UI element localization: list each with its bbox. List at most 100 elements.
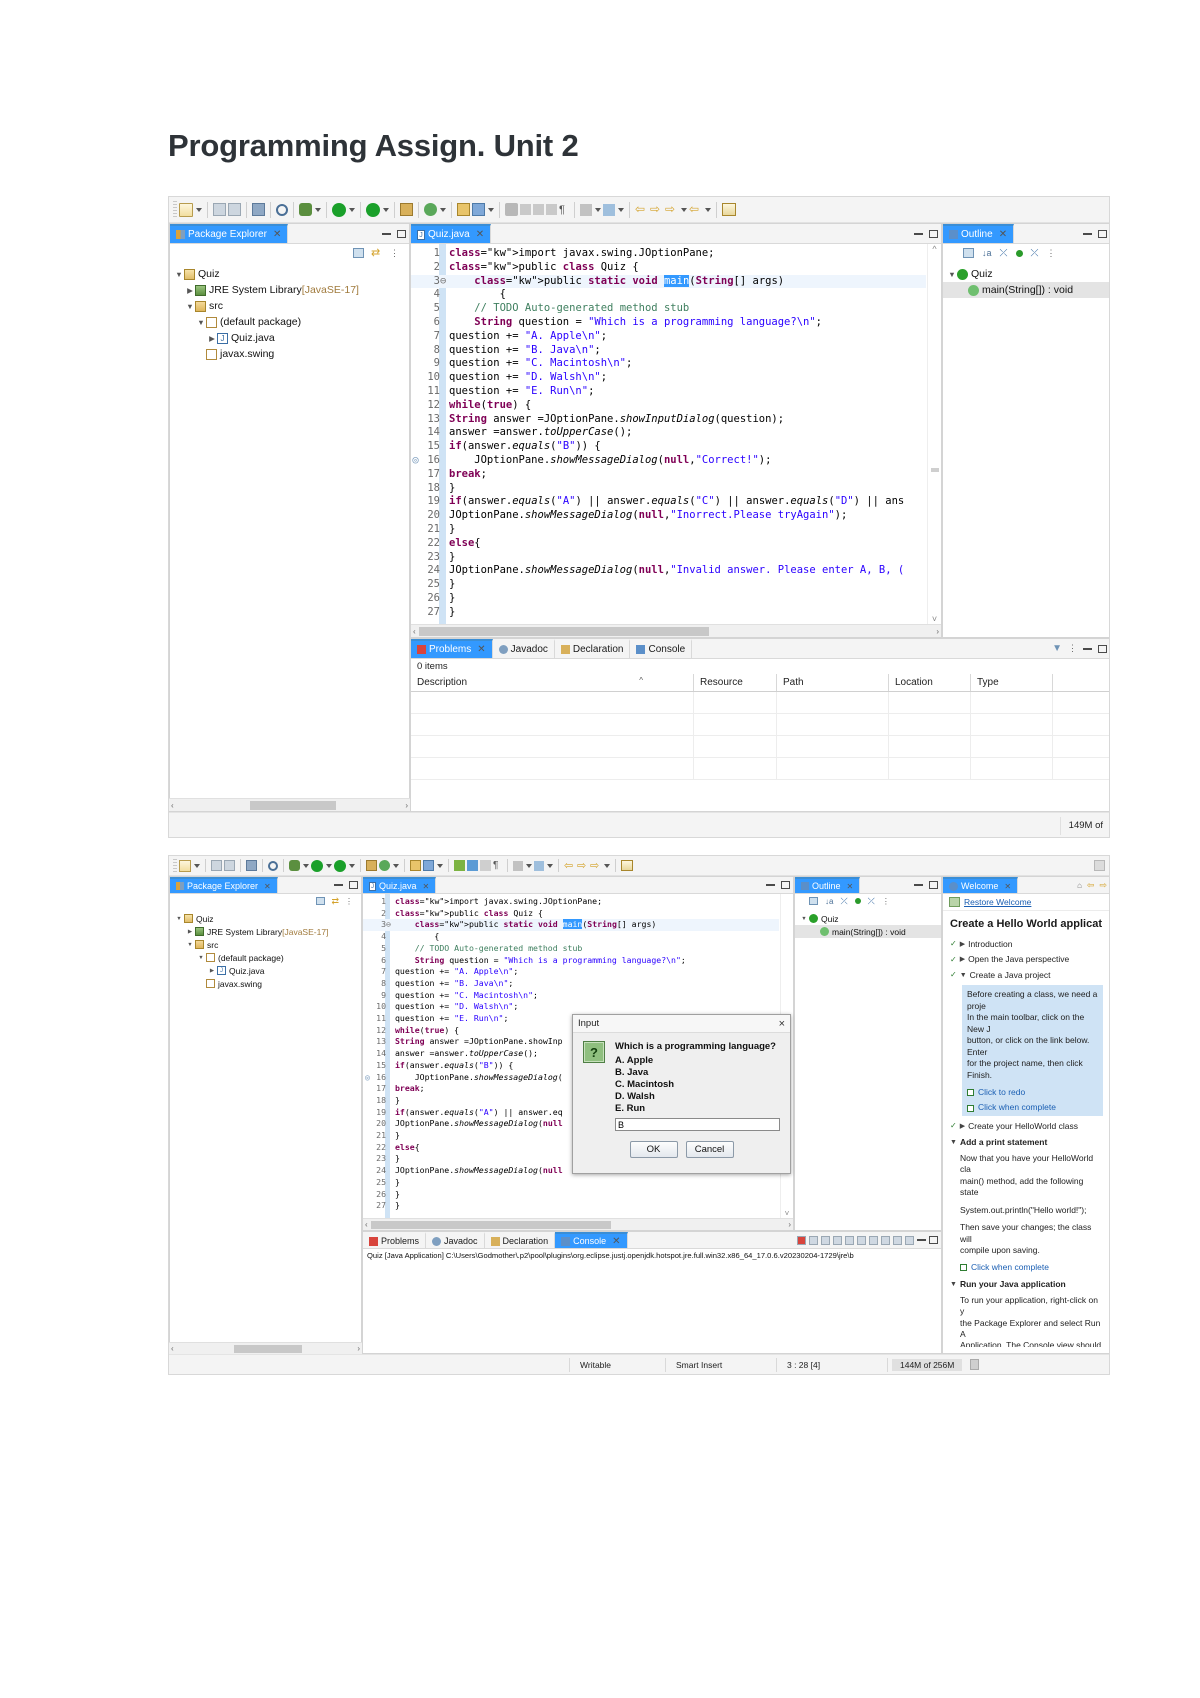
code-line[interactable]: 7 question += "A. Apple\n"; <box>411 330 926 344</box>
checkbox-icon[interactable] <box>960 1263 967 1271</box>
run-icon[interactable] <box>332 202 346 217</box>
table-row[interactable] <box>411 736 1109 758</box>
code-line[interactable]: 25} <box>411 578 926 592</box>
table-row[interactable] <box>411 714 1109 736</box>
code-line[interactable]: 4 { <box>363 931 779 943</box>
external-tools-icon[interactable] <box>472 203 485 216</box>
search-icon[interactable] <box>276 203 288 216</box>
code-line[interactable]: 1 class="kw">import javax.swing.JOptionPa… <box>411 247 926 261</box>
memory-indicator-1[interactable]: 149M of <box>1061 820 1109 831</box>
outline-view-buttons-2[interactable] <box>914 877 938 893</box>
toolbar-drag-handle[interactable] <box>173 200 177 219</box>
click-when-complete-link[interactable]: Click when complete <box>971 1262 1049 1273</box>
save-all-icon[interactable] <box>228 203 241 216</box>
sort-icon[interactable]: ↓a <box>982 248 992 258</box>
gc-icon[interactable] <box>970 1359 980 1370</box>
chevron-right-icon[interactable]: ▶ <box>960 955 965 964</box>
lock-scroll-icon[interactable] <box>845 1235 854 1245</box>
fold-marker[interactable]: ⊖ <box>386 919 395 931</box>
memory-indicator-2[interactable]: 144M of 256M <box>892 1358 963 1371</box>
breakpoint-column[interactable]: ◎ <box>411 454 420 468</box>
welcome-section3-complete-row[interactable]: Click when complete <box>960 1262 1103 1273</box>
hide-fields-icon[interactable]: ⤫ <box>840 896 847 907</box>
editor-hscrollbar-2[interactable]: ‹ › <box>363 1218 793 1230</box>
filter-icon[interactable]: ▼ <box>1052 643 1062 654</box>
minimize-icon[interactable] <box>382 232 391 235</box>
column-header-type[interactable]: Type <box>971 674 1053 691</box>
tab-declaration[interactable]: Declaration <box>484 1232 556 1248</box>
breakpoint-column[interactable]: ◎ <box>363 1072 372 1084</box>
tab-quiz-java-2[interactable]: J Quiz.java ✕ <box>363 877 437 893</box>
maximize-icon[interactable] <box>929 881 938 889</box>
click-when-complete-link[interactable]: Click when complete <box>978 1102 1056 1113</box>
tree-item[interactable]: main(String[]) : void <box>943 282 1109 298</box>
maximize-icon[interactable] <box>781 881 790 889</box>
scroll-left-icon[interactable]: ‹ <box>413 627 416 636</box>
hide-nonpublic-icon[interactable]: ⤫ <box>868 896 875 907</box>
hide-static-icon[interactable] <box>1015 249 1023 257</box>
step-over-icon[interactable] <box>533 204 544 215</box>
code-line[interactable]: 11 question += "E. Run\n"; <box>411 385 926 399</box>
code-line[interactable]: 25} <box>363 1177 779 1189</box>
code-line[interactable]: 8 question += "B. Java\n"; <box>363 978 779 990</box>
view-menu-icon[interactable]: ⋮ <box>390 248 399 259</box>
bookmark-dropdown-arrow-icon[interactable] <box>618 207 624 212</box>
editor-view-buttons-1[interactable] <box>914 224 938 243</box>
tree-item[interactable]: ▼ Quiz <box>170 912 361 925</box>
hscroll-thumb[interactable] <box>370 1220 611 1229</box>
code-line[interactable]: 17 break; <box>411 468 926 482</box>
column-header-path[interactable]: Path <box>777 674 889 691</box>
twisty-icon[interactable]: ▶ <box>207 334 217 343</box>
code-line[interactable]: 6 String question = "Which is a programm… <box>411 316 926 330</box>
scroll-left-icon[interactable]: ‹ <box>171 801 174 810</box>
tree-item[interactable]: main(String[]) : void <box>795 925 941 938</box>
welcome-section3-row[interactable]: ▼ Add a print statement <box>950 1137 1103 1148</box>
welcome-step-label[interactable]: Introduction <box>968 939 1012 950</box>
new-dropdown-arrow-icon[interactable] <box>194 863 200 868</box>
run-external-icon[interactable] <box>334 859 346 872</box>
debug-icon[interactable] <box>289 860 300 871</box>
input-dialog[interactable]: Input × ? Which is a programming languag… <box>572 1014 791 1174</box>
twisty-icon[interactable]: ▼ <box>185 302 195 311</box>
chevron-right-icon[interactable]: ▶ <box>960 1122 965 1131</box>
minimize-icon[interactable] <box>1083 232 1092 235</box>
forward-icon[interactable]: ⇨ <box>1099 880 1107 891</box>
scroll-right-icon[interactable]: › <box>788 1220 791 1229</box>
code-line[interactable]: 5 // TODO Auto-generated method stub <box>411 302 926 316</box>
close-icon[interactable]: ✕ <box>1004 882 1011 891</box>
new-package-icon[interactable] <box>366 860 377 871</box>
tab-console[interactable]: Console ✕ <box>555 1232 628 1248</box>
close-icon[interactable]: × <box>779 1018 785 1030</box>
code-line[interactable]: 24 JOptionPane.showMessageDialog(null,"In… <box>411 564 926 578</box>
twisty-icon[interactable]: ▼ <box>947 270 957 279</box>
twisty-icon[interactable]: ▼ <box>196 318 206 327</box>
package-explorer-toolbar-1[interactable]: ⇄ ⋮ <box>170 244 409 262</box>
problems-table-header-1[interactable]: Description ^ Resource Path Location Type <box>411 674 1109 692</box>
package-explorer-hscrollbar-1[interactable]: ‹ › <box>169 798 410 811</box>
scroll-right-icon[interactable]: › <box>357 1344 360 1353</box>
twisty-icon[interactable]: ▼ <box>174 270 184 279</box>
nav-dropdown-arrow-icon[interactable] <box>604 863 610 868</box>
view-buttons-1[interactable] <box>382 224 406 243</box>
collapse-all-icon[interactable] <box>353 248 364 258</box>
code-line[interactable]: 23} <box>411 551 926 565</box>
twisty-icon[interactable]: ▼ <box>174 916 184 922</box>
coverage-icon[interactable] <box>505 203 518 216</box>
main-toolbar-2[interactable]: ¶ ⇦ ⇨ ⇨ <box>169 856 1109 876</box>
code-line[interactable]: 8 question += "B. Java\n"; <box>411 344 926 358</box>
skip-dropdown-arrow-icon[interactable] <box>440 207 446 212</box>
open-type-icon[interactable] <box>621 860 633 871</box>
tree-item[interactable]: ▼ Quiz <box>170 266 409 282</box>
code-line[interactable]: 27} <box>411 606 926 620</box>
search-icon[interactable] <box>268 860 278 871</box>
code-line[interactable]: 15 if(answer.equals("B")) { <box>411 440 926 454</box>
welcome-section4-title[interactable]: Run your Java application <box>960 1279 1066 1290</box>
word-wrap-icon[interactable] <box>857 1235 866 1245</box>
twisty-icon[interactable]: ▶ <box>185 286 195 295</box>
twisty-icon[interactable]: ▼ <box>185 942 195 948</box>
code-line[interactable]: ◎ 16 JOptionPane.showMessageDialog(null,"… <box>411 454 926 468</box>
open-type-icon[interactable] <box>722 203 736 216</box>
pilcrow-icon[interactable]: ¶ <box>559 204 569 216</box>
package-explorer-tree-2[interactable]: ▼ Quiz ▶ JRE System Library [JavaSE-17] ▼ src… <box>170 908 361 994</box>
welcome-section2-title[interactable]: Create your HelloWorld class <box>968 1121 1078 1132</box>
